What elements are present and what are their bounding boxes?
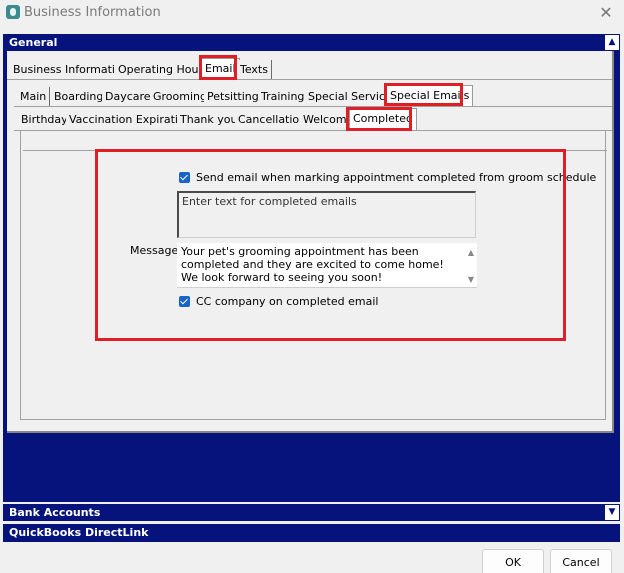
section-bank-accounts-header[interactable]: Bank Accounts ▼ — [3, 504, 620, 521]
highlight-completed-tab — [346, 107, 412, 131]
tab-row-divider — [7, 79, 612, 80]
tab-texts[interactable]: Texts — [237, 60, 272, 79]
highlight-completed-settings — [95, 149, 566, 341]
tab-boarding[interactable]: Boarding — [51, 87, 108, 106]
highlight-email-tab — [199, 55, 237, 80]
tab-cancellation[interactable]: Cancellation — [235, 110, 311, 129]
tab-petsitting[interactable]: Petsitting — [204, 87, 263, 106]
section-general-label: General — [9, 36, 58, 49]
tab-daycare[interactable]: Daycare — [102, 87, 155, 106]
highlight-special-emails-tab — [384, 83, 463, 106]
section-general-header[interactable]: General ▲ — [3, 34, 620, 51]
app-icon — [6, 5, 20, 19]
section-quickbooks-header[interactable]: QuickBooks DirectLink — [3, 524, 620, 542]
cancel-button[interactable]: Cancel — [550, 549, 612, 573]
tab-training[interactable]: Training — [258, 87, 309, 106]
tab-row-divider — [14, 106, 612, 107]
title-bar: Business Information ✕ — [0, 0, 624, 26]
expand-icon[interactable]: ▼ — [604, 504, 620, 521]
tab-thank-you[interactable]: Thank you — [177, 110, 242, 129]
collapse-icon[interactable]: ▲ — [604, 34, 620, 51]
tab-birthday[interactable]: Birthday — [18, 110, 72, 129]
tab-grooming[interactable]: Grooming — [150, 87, 211, 106]
tab-main[interactable]: Main — [17, 87, 51, 106]
section-bank-accounts-label: Bank Accounts — [9, 506, 101, 519]
section-quickbooks-label: QuickBooks DirectLink — [9, 526, 149, 539]
window-title: Business Information — [24, 5, 161, 20]
close-button[interactable]: ✕ — [594, 2, 618, 24]
ok-button[interactable]: OK — [482, 549, 544, 573]
